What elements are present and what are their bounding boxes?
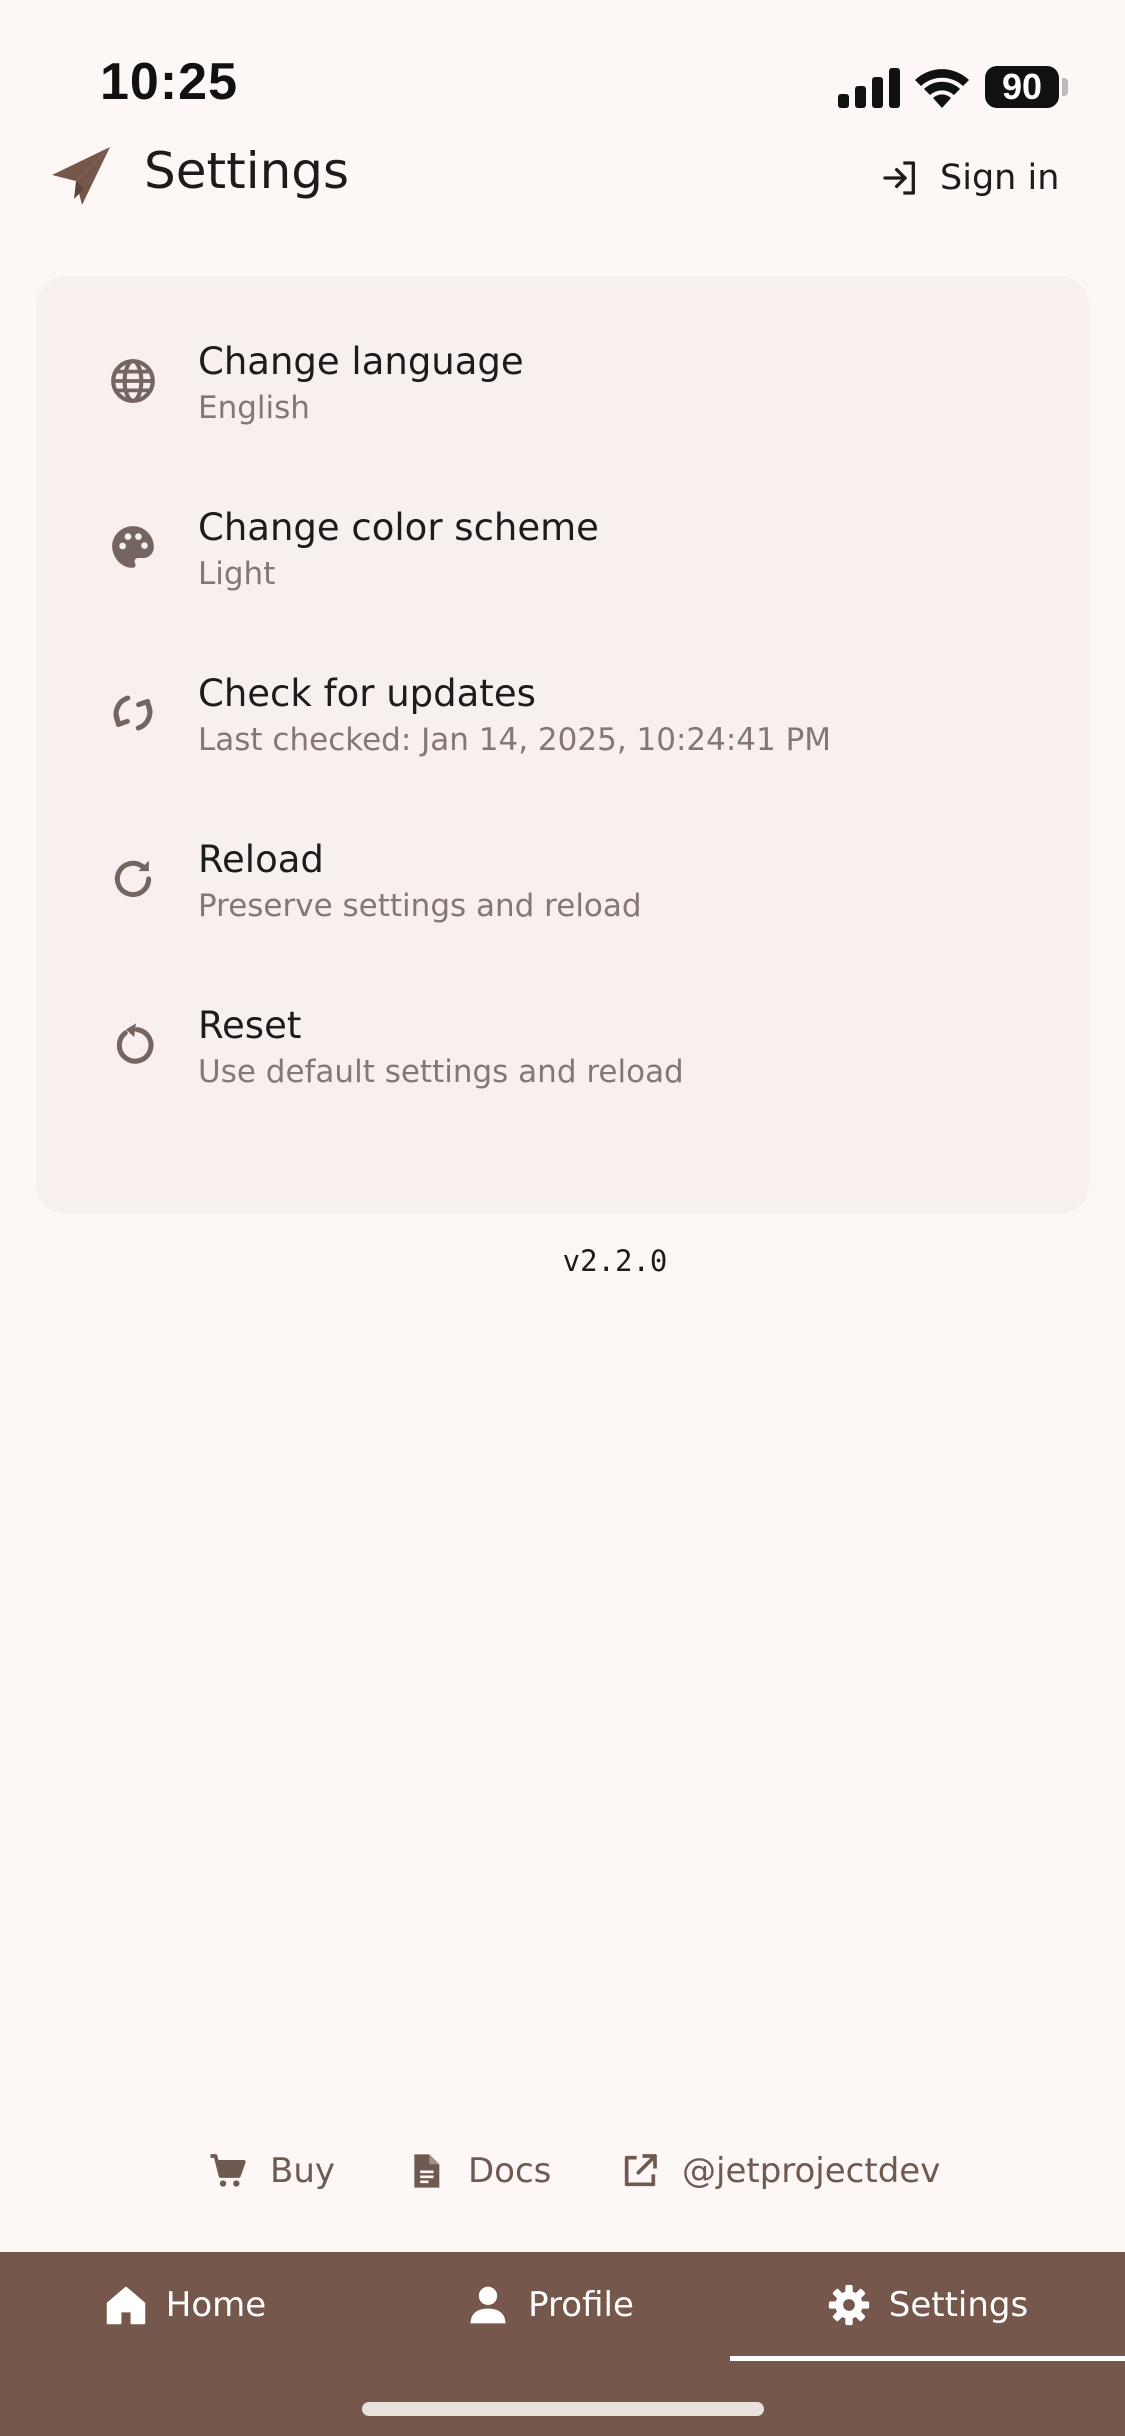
- document-icon: [414, 2154, 440, 2188]
- setting-title: Change language: [198, 340, 524, 383]
- bottom-navigation: Home Profile Settings: [0, 2252, 1125, 2436]
- home-indicator[interactable]: [362, 2402, 764, 2416]
- setting-title: Change color scheme: [198, 506, 599, 549]
- setting-subtitle: English: [198, 390, 310, 426]
- gear-icon: [828, 2284, 869, 2326]
- person-icon: [470, 2286, 506, 2324]
- docs-label: Docs: [468, 2151, 552, 2191]
- buy-link[interactable]: Buy: [208, 2146, 335, 2196]
- signal-icon: [838, 68, 900, 108]
- status-time: 10:25: [100, 53, 238, 111]
- setting-title: Reload: [198, 838, 324, 881]
- nav-profile-label: Profile: [528, 2285, 634, 2325]
- external-link-icon: [624, 2154, 657, 2187]
- reload-icon: [114, 860, 152, 897]
- nav-settings-label: Settings: [888, 2285, 1029, 2325]
- setting-subtitle: Use default settings and reload: [198, 1054, 684, 1090]
- page-title: Settings: [144, 142, 350, 200]
- active-tab-indicator: [730, 2356, 1125, 2361]
- home-icon: [106, 2286, 146, 2325]
- nav-home[interactable]: Home: [0, 2252, 370, 2358]
- sync-icon: [113, 695, 153, 731]
- login-icon: [883, 161, 915, 195]
- setting-title: Reset: [198, 1004, 302, 1047]
- setting-subtitle: Last checked: Jan 14, 2025, 10:24:41 PM: [198, 722, 832, 758]
- app-version: v2.2.0: [562, 1244, 668, 1278]
- nav-settings[interactable]: Settings: [730, 2252, 1125, 2358]
- cart-icon: [210, 2154, 246, 2187]
- setting-change-language[interactable]: Change language English: [36, 306, 1089, 472]
- globe-icon: [111, 359, 155, 403]
- palette-icon: [112, 526, 154, 568]
- setting-reload[interactable]: Reload Preserve settings and reload: [36, 804, 1089, 970]
- nav-profile[interactable]: Profile: [370, 2252, 730, 2358]
- setting-check-for-updates[interactable]: Check for updates Last checked: Jan 14, …: [36, 638, 1089, 804]
- sign-in-label: Sign in: [940, 158, 1060, 198]
- docs-link[interactable]: Docs: [406, 2146, 551, 2196]
- nav-home-label: Home: [165, 2285, 267, 2325]
- sign-in-button[interactable]: Sign in: [880, 148, 1059, 208]
- wifi-icon: [915, 69, 969, 108]
- setting-title: Check for updates: [198, 672, 536, 715]
- paper-plane-icon: [52, 147, 110, 205]
- setting-subtitle: Light: [198, 556, 276, 592]
- battery-icon: 90: [985, 66, 1059, 108]
- setting-reset[interactable]: Reset Use default settings and reload: [36, 970, 1089, 1136]
- reset-icon: [116, 1023, 154, 1064]
- twitter-link[interactable]: @jetprojectdev: [620, 2146, 940, 2196]
- twitter-label: @jetprojectdev: [682, 2151, 941, 2191]
- buy-label: Buy: [270, 2151, 335, 2191]
- setting-subtitle: Preserve settings and reload: [198, 888, 642, 924]
- battery-cap: [1062, 78, 1068, 96]
- setting-change-color-scheme[interactable]: Change color scheme Light: [36, 472, 1089, 638]
